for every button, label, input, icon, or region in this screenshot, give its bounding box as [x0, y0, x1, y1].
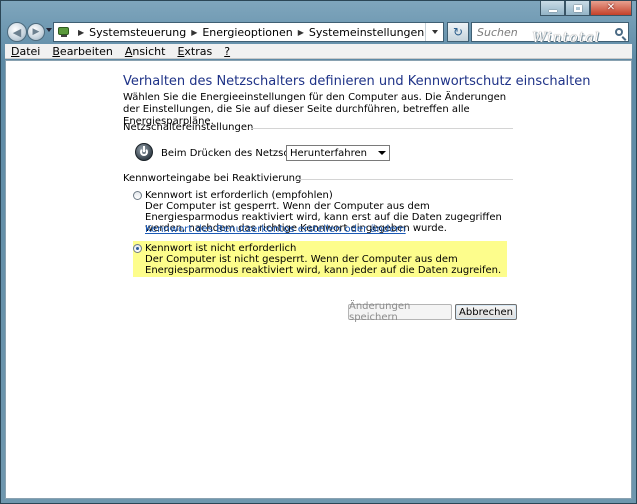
power-action-value: Herunterfahren — [290, 147, 368, 159]
option-password-not-required-desc: Der Computer ist nicht gesperrt. Wenn de… — [145, 254, 502, 276]
refresh-button[interactable]: ↻ — [447, 22, 469, 42]
breadcrumb-separator-icon[interactable]: ▶ — [298, 28, 304, 37]
option-password-not-required[interactable]: Kennwort ist nicht erforderlich Der Comp… — [133, 243, 513, 276]
menu-extras[interactable]: Extras — [171, 44, 218, 59]
chevron-down-icon — [378, 151, 386, 155]
breadcrumb-systemsteuerung[interactable]: Systemsteuerung — [89, 26, 186, 39]
arrow-left-icon: ◀ — [12, 25, 22, 39]
option-password-required-title[interactable]: Kennwort ist erforderlich (empfohlen) — [145, 190, 333, 201]
address-history-button[interactable] — [425, 23, 443, 41]
breadcrumb-systemeinstellungen[interactable]: Systemeinstellungen — [309, 26, 424, 39]
control-panel-window: ✕ ◀ ▶ ▶ Systemsteuerung ▶ Energieoptione… — [0, 0, 637, 504]
dropdown-arrow[interactable] — [375, 146, 389, 160]
power-action-select[interactable]: Herunterfahren — [286, 145, 390, 161]
window-controls: ✕ — [540, 1, 632, 16]
close-button[interactable]: ✕ — [590, 1, 632, 16]
password-group-label: Kennworteingabe bei Reaktivierung — [123, 173, 302, 184]
back-button[interactable]: ◀ — [7, 22, 27, 42]
menu-bearbeiten[interactable]: Bearbeiten — [46, 44, 118, 59]
search-button[interactable] — [610, 23, 628, 41]
page-title: Verhalten des Netzschalters definieren u… — [123, 74, 591, 89]
arrow-right-icon: ▶ — [32, 27, 40, 37]
breadcrumb-separator-icon[interactable]: ▶ — [191, 28, 197, 37]
maximize-button[interactable] — [565, 1, 590, 16]
minimize-icon — [548, 9, 557, 12]
address-bar[interactable]: ▶ Systemsteuerung ▶ Energieoptionen ▶ Sy… — [53, 22, 444, 42]
radio-password-not-required[interactable] — [133, 244, 142, 253]
recent-pages-dropdown[interactable] — [46, 28, 52, 32]
search-icon — [615, 28, 623, 36]
chevron-down-icon — [431, 30, 438, 34]
menu-bar: Datei Bearbeiten Ansicht Extras ? — [5, 44, 632, 59]
save-changes-button[interactable]: Änderungen speichern — [348, 301, 452, 323]
breadcrumb-energieoptionen[interactable]: Energieoptionen — [202, 26, 292, 39]
password-group-divider — [296, 179, 513, 180]
breadcrumb-separator-icon[interactable]: ▶ — [78, 28, 84, 37]
option-password-not-required-title[interactable]: Kennwort ist nicht erforderlich — [145, 243, 296, 254]
menu-ansicht[interactable]: Ansicht — [119, 44, 172, 59]
power-group-label: Netzschaltereinstellungen — [123, 122, 254, 133]
close-icon: ✕ — [606, 2, 616, 13]
forward-button[interactable]: ▶ — [27, 23, 45, 41]
refresh-icon: ↻ — [452, 25, 464, 39]
title-bar: ✕ — [1, 1, 636, 17]
menu-datei[interactable]: Datei — [5, 44, 46, 59]
minimize-button[interactable] — [540, 1, 565, 16]
option-password-required[interactable]: Kennwort ist erforderlich (empfohlen) De… — [133, 190, 513, 236]
search-input[interactable]: Suchen — [477, 26, 518, 39]
power-button-icon — [135, 143, 153, 161]
control-panel-icon — [57, 25, 73, 39]
menu-help[interactable]: ? — [218, 44, 236, 59]
cancel-button[interactable]: Abbrechen — [455, 304, 517, 320]
content-pane: Verhalten des Netzschalters definieren u… — [5, 60, 632, 499]
user-account-password-link[interactable]: Kennwort des Benutzerkontos erstellen od… — [145, 224, 406, 235]
maximize-icon — [573, 4, 582, 12]
radio-password-required[interactable] — [133, 191, 142, 200]
power-group-divider — [251, 128, 513, 129]
